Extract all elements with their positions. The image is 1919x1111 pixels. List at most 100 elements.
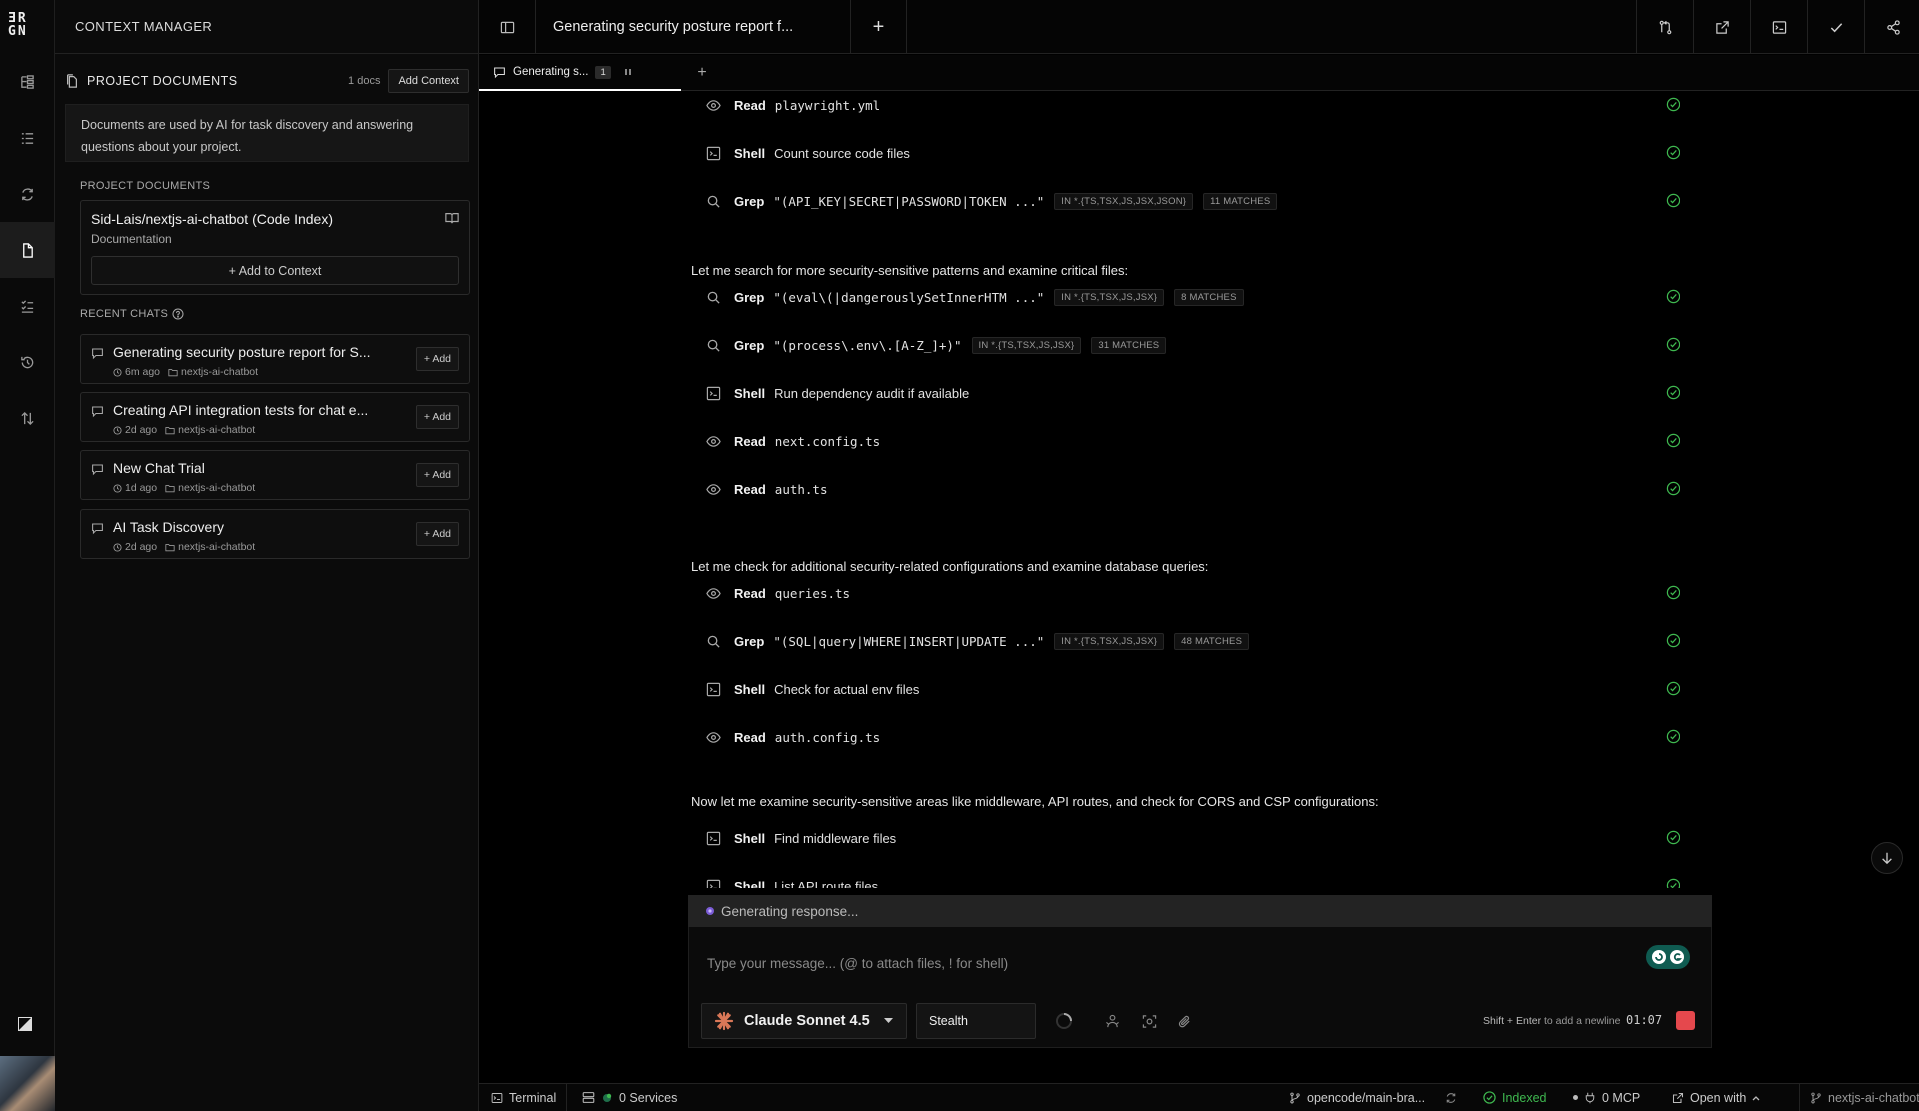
terminal-window-icon[interactable] xyxy=(1750,0,1807,54)
indexed-status[interactable]: Indexed xyxy=(1483,1084,1546,1111)
scroll-to-bottom-button[interactable] xyxy=(1871,842,1903,874)
tool-call-row[interactable]: Read auth.config.ts xyxy=(705,726,1680,748)
generating-text: Generating response... xyxy=(721,903,859,919)
check-circle-icon xyxy=(1483,1091,1496,1104)
user-avatar[interactable] xyxy=(0,1056,55,1111)
docs-count: 1 docs xyxy=(348,75,381,87)
screenshot-icon[interactable] xyxy=(1140,1012,1158,1030)
pause-icon[interactable] xyxy=(624,68,632,76)
terminal-button[interactable]: Terminal xyxy=(491,1084,568,1111)
sidebar-toggle-icon[interactable] xyxy=(479,0,536,54)
git-compare-icon[interactable] xyxy=(1636,0,1693,54)
help-circle-icon[interactable] xyxy=(172,308,184,320)
tool-target: Check for actual env files xyxy=(774,681,920,697)
chat-meta: 2d ago nextjs-ai-chatbot xyxy=(113,541,255,553)
mode-selector[interactable]: Stealth xyxy=(916,1003,1036,1039)
chat-project: nextjs-ai-chatbot xyxy=(181,366,259,378)
open-with-button[interactable]: Open with xyxy=(1672,1084,1760,1111)
tool-call-row[interactable]: Shell Count source code files xyxy=(705,142,1680,164)
chat-bubble-icon xyxy=(493,66,506,79)
tool-call-row[interactable]: Read next.config.ts xyxy=(705,430,1680,452)
sync-icon[interactable] xyxy=(1445,1084,1457,1111)
search-icon xyxy=(705,633,721,649)
terminal-icon xyxy=(491,1092,503,1103)
info-text: Documents are used by AI for task discov… xyxy=(65,104,469,162)
match-count-badge: 31 MATCHES xyxy=(1091,336,1167,354)
tool-target: Count source code files xyxy=(774,145,910,161)
list-view-icon[interactable] xyxy=(0,110,55,166)
tool-call-row[interactable]: Shell Find middleware files xyxy=(705,827,1680,849)
project-documents-label: PROJECT DOCUMENTS xyxy=(80,180,211,192)
history-icon[interactable] xyxy=(0,334,55,390)
tool-call-row[interactable]: Shell Run dependency audit if available xyxy=(705,382,1680,404)
chat-tab-active[interactable]: Generating s... 1 xyxy=(479,55,681,91)
model-selector[interactable]: Claude Sonnet 4.5 xyxy=(701,1003,907,1039)
open-with-label: Open with xyxy=(1690,1090,1747,1105)
paperclip-icon[interactable] xyxy=(1175,1012,1193,1030)
tool-call-row[interactable]: Shell Check for actual env files xyxy=(705,678,1680,700)
assistant-message: Now let me examine security-sensitive ar… xyxy=(691,794,1379,809)
add-chat-button[interactable]: + Add xyxy=(415,405,459,429)
clock-icon xyxy=(113,367,122,377)
recent-chat-item[interactable]: AI Task Discovery 2d ago nextjs-ai-chatbot… xyxy=(80,509,470,559)
book-open-icon[interactable] xyxy=(445,211,459,225)
tool-target: List API route files xyxy=(774,878,879,889)
chat-transcript: Read playwright.yml Shell Count source code… xyxy=(680,92,1680,888)
tool-name: Shell xyxy=(734,385,766,401)
sort-icon[interactable] xyxy=(0,390,55,446)
tool-call-row[interactable]: Read auth.ts xyxy=(705,478,1680,500)
tool-name: Read xyxy=(734,433,766,449)
tool-name: Shell xyxy=(734,145,766,161)
branch-name: opencode/main-bra... xyxy=(1307,1090,1426,1105)
chat-title: Generating security posture report for S… xyxy=(113,344,371,360)
recent-chat-item[interactable]: New Chat Trial 1d ago nextjs-ai-chatbot + A… xyxy=(80,450,470,500)
app-logo[interactable]: ƎR GN xyxy=(8,12,48,42)
add-chat-button[interactable]: + Add xyxy=(415,347,459,371)
document-subtitle: Documentation xyxy=(91,232,172,246)
share-icon[interactable] xyxy=(1864,0,1919,54)
add-context-button[interactable]: Add Context xyxy=(388,69,469,93)
check-icon[interactable] xyxy=(1807,0,1864,54)
match-count-badge: 11 MATCHES xyxy=(1203,192,1278,210)
new-chat-button[interactable]: + xyxy=(850,0,907,54)
services-button[interactable]: 0 Services xyxy=(582,1084,677,1111)
tool-call-row[interactable]: Read playwright.yml xyxy=(705,94,1680,116)
tool-target: "(process\.env\.[A-Z_]+)" xyxy=(773,337,962,353)
add-to-context-button[interactable]: + Add to Context xyxy=(91,256,459,285)
tool-call-row[interactable]: Shell List API route files xyxy=(705,875,1680,889)
recent-chat-item[interactable]: Generating security posture report for S… xyxy=(80,334,470,384)
git-branch-button[interactable]: opencode/main-bra... xyxy=(1289,1084,1425,1111)
theme-toggle-icon[interactable] xyxy=(18,1017,36,1035)
refresh-view-icon[interactable] xyxy=(0,166,55,222)
document-card[interactable]: Sid-Lais/nextjs-ai-chatbot (Code Index) … xyxy=(80,200,470,295)
tool-target: auth.ts xyxy=(774,481,828,497)
message-input[interactable] xyxy=(707,952,1607,974)
repo-indicator[interactable]: nextjs-ai-chatbot xyxy=(1799,1084,1919,1111)
terminal-icon xyxy=(705,830,721,846)
chat-time: 2d ago xyxy=(125,541,158,553)
chat-tab-badge: 1 xyxy=(595,65,611,79)
stop-generation-button[interactable] xyxy=(1676,1011,1695,1030)
tool-target: "(API_KEY|SECRET|PASSWORD|TOKEN ..." xyxy=(773,193,1045,209)
grep-scope-badge: IN *.{TS,TSX,JS,JSX,JSON} xyxy=(1054,192,1194,210)
tree-view-icon[interactable] xyxy=(0,54,55,110)
tool-call-row[interactable]: Read queries.ts xyxy=(705,582,1680,604)
mcp-status[interactable]: 0 MCP xyxy=(1573,1084,1640,1111)
agent-icon[interactable] xyxy=(1103,1012,1121,1030)
tool-call-row[interactable]: Grep "(SQL|query|WHERE|INSERT|UPDATE ..."… xyxy=(705,630,1680,652)
assistant-message: Let me search for more security-sensitiv… xyxy=(691,263,1129,278)
recent-chat-item[interactable]: Creating API integration tests for chat … xyxy=(80,392,470,442)
external-link-icon[interactable] xyxy=(1693,0,1750,54)
documents-icon[interactable] xyxy=(0,222,55,278)
tool-call-row[interactable]: Grep "(API_KEY|SECRET|PASSWORD|TOKEN ..."… xyxy=(705,190,1680,212)
add-chat-button[interactable]: + Add xyxy=(415,463,459,487)
add-chat-button[interactable]: + Add xyxy=(415,522,459,546)
grammar-assistant-icon[interactable] xyxy=(1646,945,1690,969)
tool-call-row[interactable]: Grep "(process\.env\.[A-Z_]+)" IN *.{TS,TS… xyxy=(705,334,1680,356)
checklist-icon[interactable] xyxy=(0,278,55,334)
add-tab-button[interactable]: + xyxy=(689,55,715,91)
folder-icon xyxy=(168,368,178,377)
tool-call-row[interactable]: Grep "(eval\(|dangerouslySetInnerHTM ..."… xyxy=(705,286,1680,308)
repo-name: nextjs-ai-chatbot xyxy=(1828,1090,1919,1105)
sparkle-icon xyxy=(705,906,715,916)
